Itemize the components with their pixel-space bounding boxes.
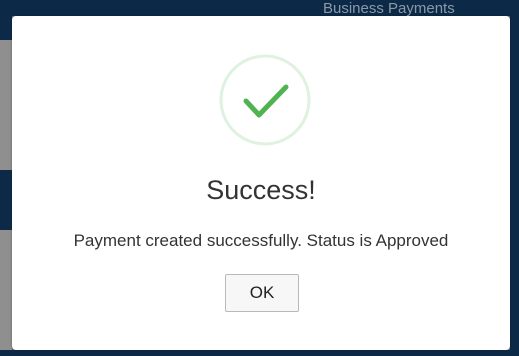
background-left-stripe [0,16,12,40]
success-dialog: Success! Payment created successfully. S… [12,16,510,350]
background-left-stripe [0,40,12,170]
background-header: Business Payments [0,0,519,16]
background-header-title: Business Payments [323,0,455,17]
dialog-title: Success! [206,175,316,205]
dialog-message: Payment created successfully. Status is … [73,231,449,250]
ok-button[interactable]: OK [225,274,299,312]
checkmark-icon [219,54,311,146]
background-left-stripe [0,230,12,356]
background-right-stripe [510,16,519,356]
background-bottom-bar [0,350,519,356]
background-left-stripe [0,170,12,230]
